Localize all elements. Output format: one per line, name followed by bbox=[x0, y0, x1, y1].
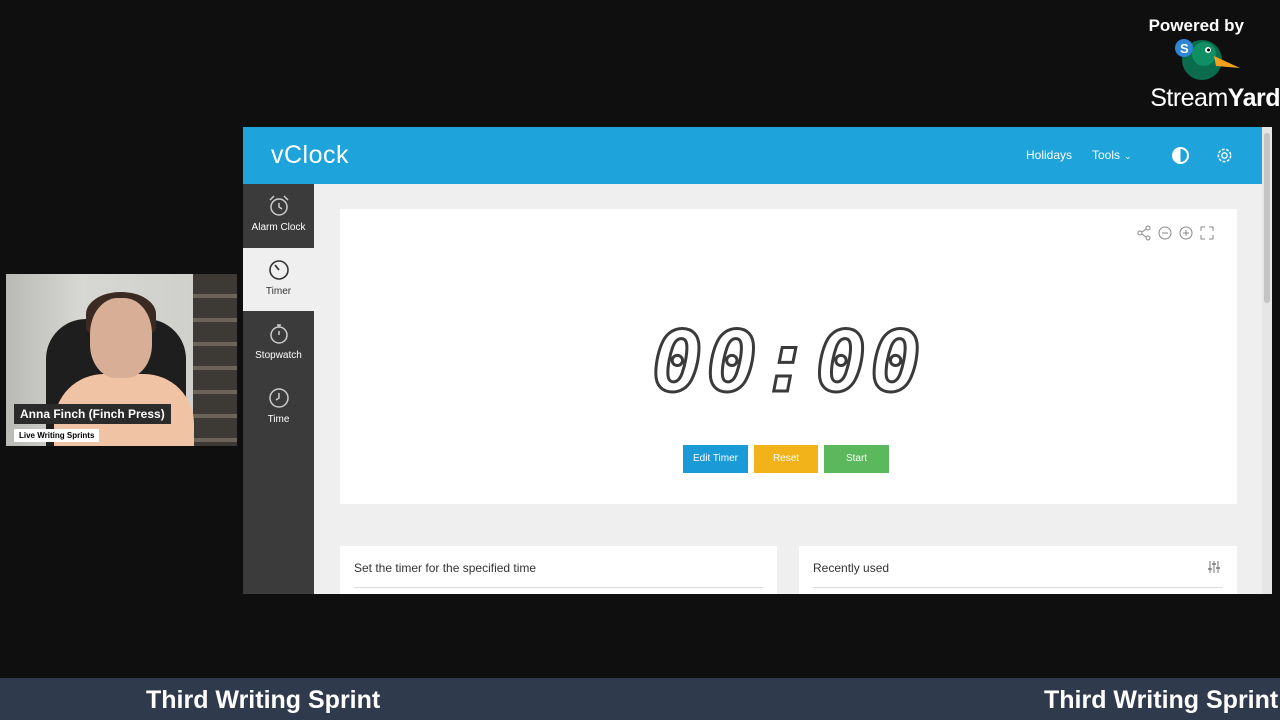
chevron-down-icon: ⌄ bbox=[1124, 151, 1132, 161]
set-timer-panel-title: Set the timer for the specified time bbox=[354, 561, 537, 575]
timer-display: 00:00 bbox=[651, 312, 925, 413]
shared-screen: vClock Holidays Tools ⌄ Alarm Clock Timer bbox=[243, 127, 1272, 594]
ticker-text: Third Writing Sprint bbox=[146, 686, 381, 714]
set-timer-panel: Set the timer for the specified time bbox=[340, 546, 777, 594]
nav-tools-label: Tools bbox=[1092, 148, 1121, 162]
vclock-logo[interactable]: vClock bbox=[271, 141, 349, 170]
zoom-out-icon[interactable] bbox=[1157, 225, 1173, 241]
clock-icon bbox=[268, 388, 289, 408]
timer-icon bbox=[268, 260, 289, 280]
app-header: vClock Holidays Tools ⌄ bbox=[243, 127, 1262, 184]
alarm-clock-icon bbox=[268, 195, 289, 216]
fullscreen-icon[interactable] bbox=[1199, 225, 1215, 241]
sidebar-item-label: Stopwatch bbox=[255, 350, 302, 361]
app-sidebar: Alarm Clock Timer Stopwatch Time bbox=[243, 184, 314, 594]
start-button[interactable]: Start bbox=[824, 445, 889, 473]
webcam-feed: Anna Finch (Finch Press) Live Writing Sp… bbox=[6, 274, 237, 446]
zoom-in-icon[interactable] bbox=[1178, 225, 1194, 241]
scrollbar-thumb[interactable] bbox=[1264, 133, 1270, 303]
streamyard-duck-logo-icon: S bbox=[1175, 39, 1240, 80]
reset-button[interactable]: Reset bbox=[754, 445, 818, 473]
sidebar-item-label: Alarm Clock bbox=[251, 222, 306, 233]
cam-bookshelf bbox=[193, 274, 237, 446]
share-icon[interactable] bbox=[1136, 225, 1152, 241]
sidebar-item-alarm-clock[interactable]: Alarm Clock bbox=[243, 184, 314, 247]
divider bbox=[813, 587, 1223, 588]
sidebar-item-label: Time bbox=[267, 414, 290, 425]
streamyard-wordmark: StreamYard bbox=[1150, 84, 1280, 112]
nav-holidays-link[interactable]: Holidays bbox=[1026, 148, 1072, 162]
ticker-text-repeat: Third Writing Sprint bbox=[1044, 686, 1279, 714]
divider bbox=[354, 587, 763, 588]
sliders-icon[interactable] bbox=[1207, 560, 1221, 574]
participant-name-label: Anna Finch (Finch Press) bbox=[14, 404, 171, 424]
sidebar-item-stopwatch[interactable]: Stopwatch bbox=[243, 312, 314, 375]
edit-timer-button[interactable]: Edit Timer bbox=[683, 445, 748, 473]
sidebar-item-label: Timer bbox=[265, 286, 292, 297]
timer-card: 00:00 Edit Timer Reset Start bbox=[340, 209, 1237, 504]
bottom-ticker: Third Writing Sprint Third Writing Sprin… bbox=[0, 678, 1280, 720]
gear-icon[interactable] bbox=[1215, 146, 1234, 165]
nav-tools-menu[interactable]: Tools ⌄ bbox=[1092, 148, 1132, 162]
theme-toggle-icon[interactable] bbox=[1172, 147, 1189, 164]
participant-caption: Live Writing Sprints bbox=[14, 429, 100, 442]
recently-used-panel: Recently used bbox=[799, 546, 1237, 594]
sidebar-item-time[interactable]: Time bbox=[243, 376, 314, 439]
timer-card-toolbar bbox=[1136, 225, 1215, 241]
sidebar-item-timer[interactable]: Timer bbox=[243, 248, 314, 311]
page-scrollbar[interactable] bbox=[1262, 127, 1272, 594]
stopwatch-icon bbox=[269, 324, 288, 344]
svg-text:S: S bbox=[1180, 41, 1189, 56]
recently-used-panel-title: Recently used bbox=[813, 561, 890, 575]
cam-person-head bbox=[90, 298, 152, 378]
